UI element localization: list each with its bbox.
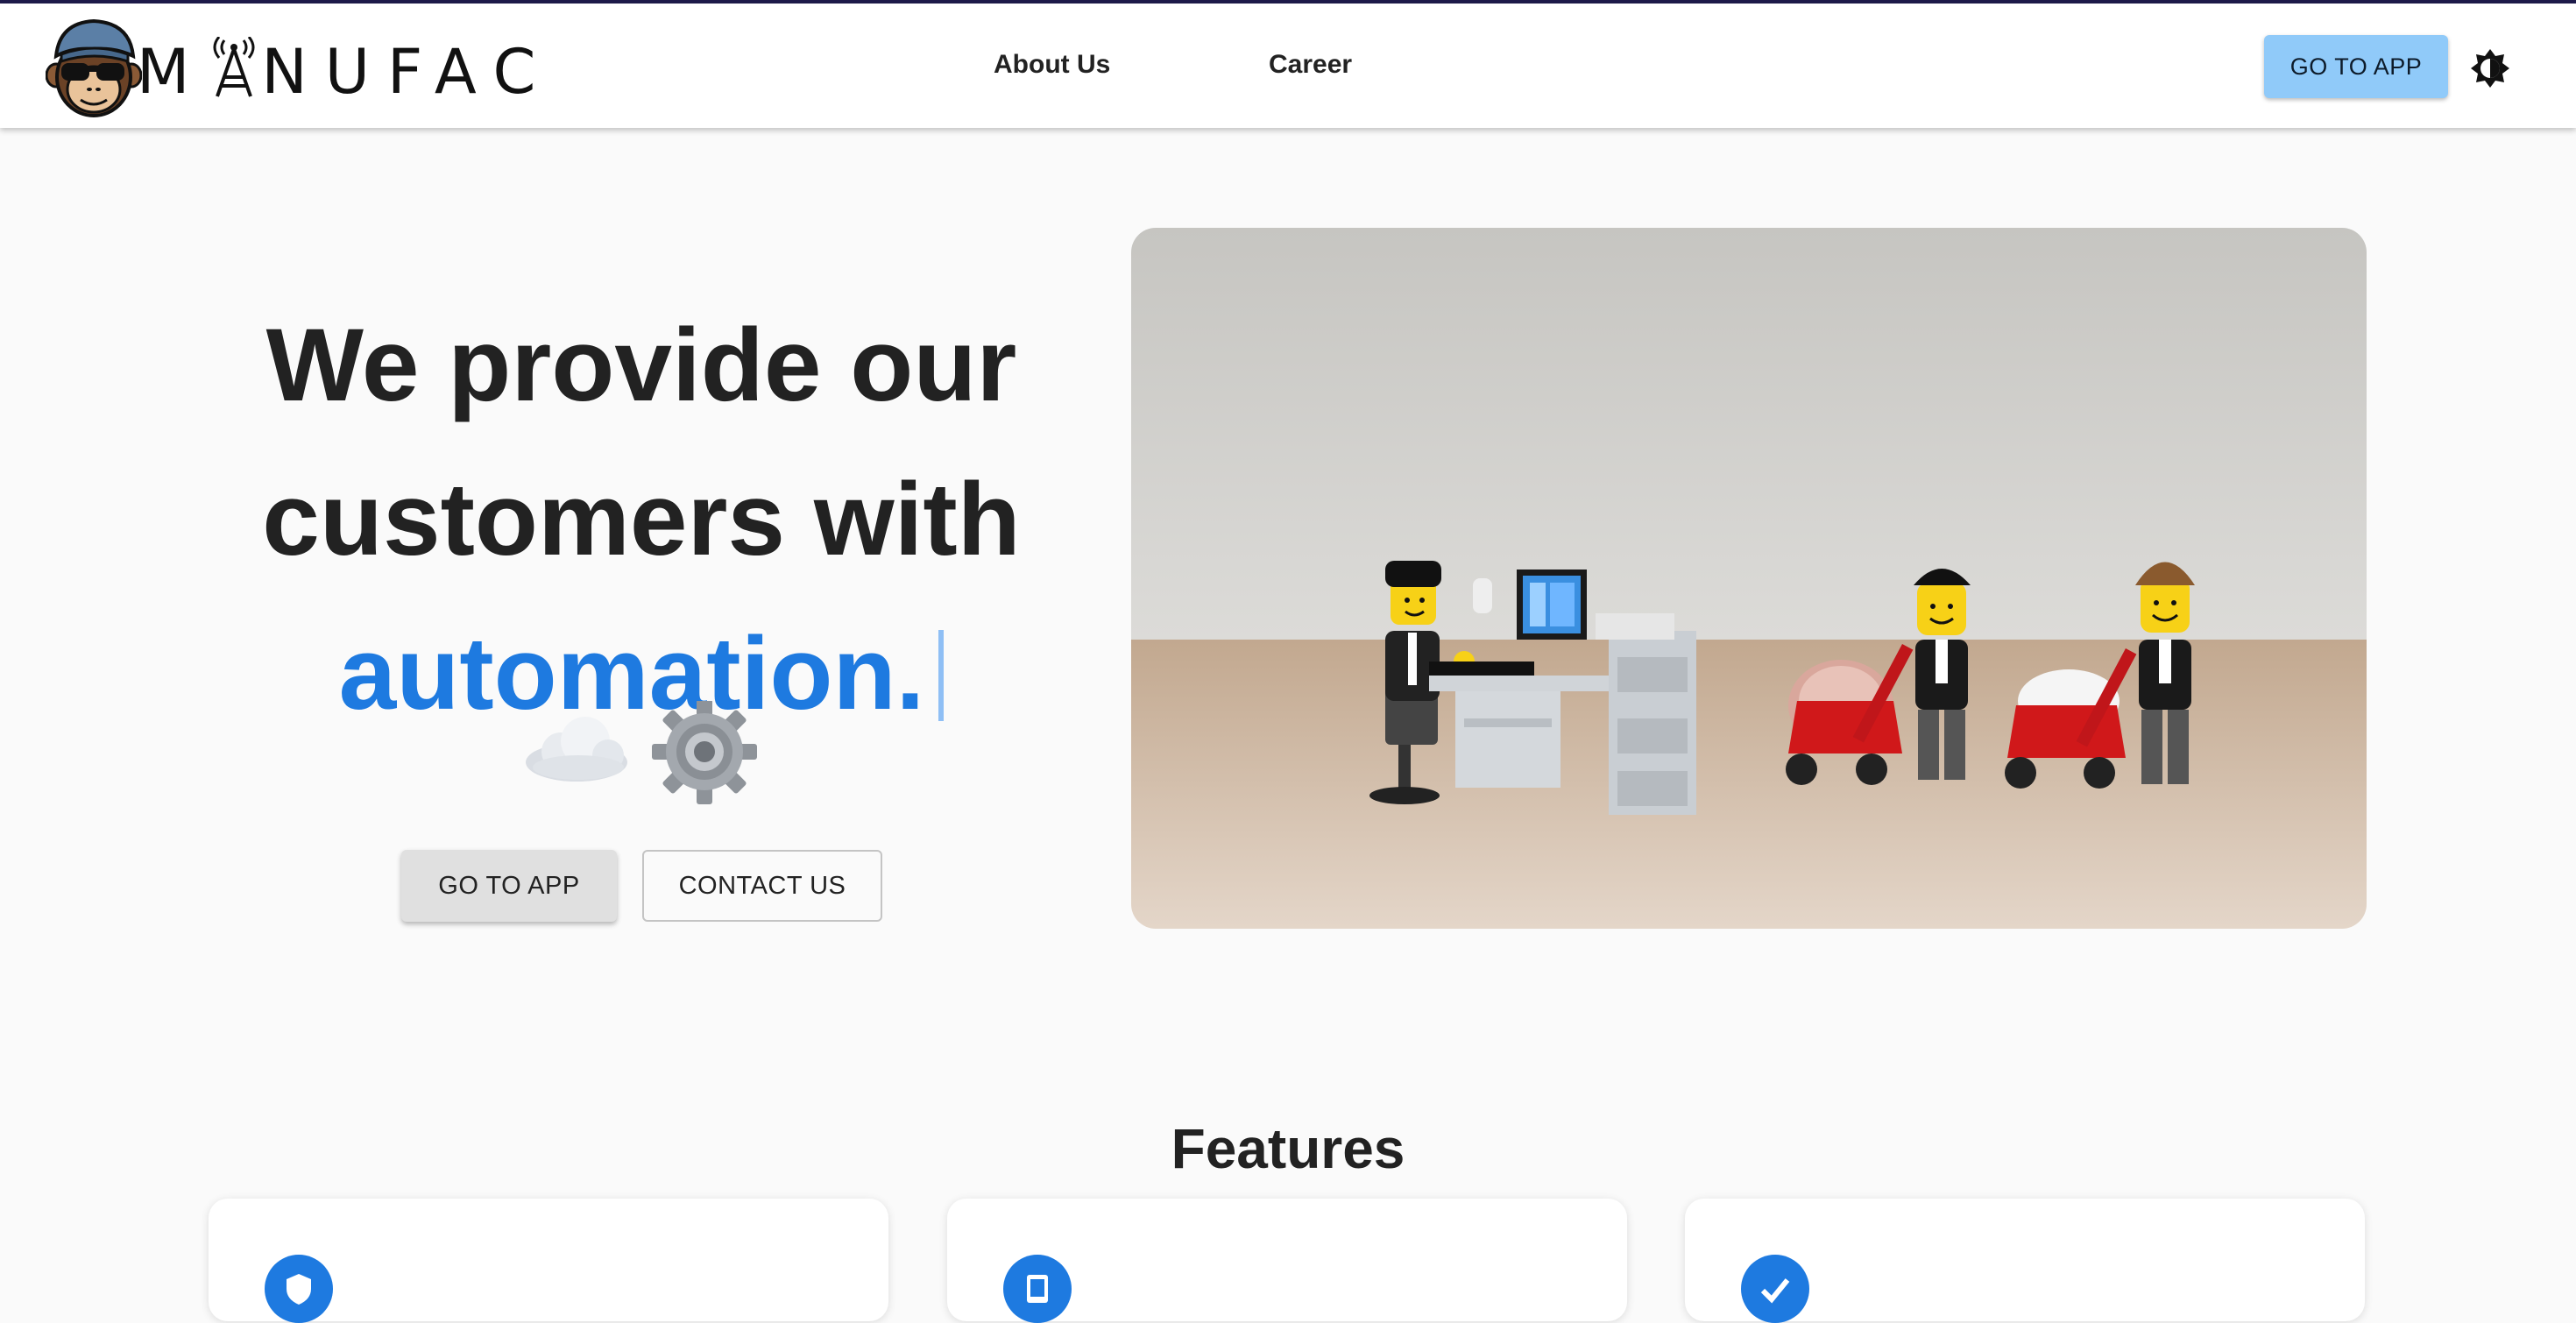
feature-card[interactable] — [1685, 1199, 2365, 1323]
feature-card-icon — [1741, 1255, 1809, 1323]
contact-us-button[interactable]: CONTACT US — [642, 850, 882, 922]
shield-icon — [287, 1274, 311, 1305]
feature-card-icon — [1003, 1255, 1072, 1323]
brand-logo[interactable]: M NUFAC — [46, 18, 535, 119]
hero-image — [1131, 228, 2367, 929]
hero-emojis — [526, 701, 757, 804]
monkey-mascot-icon — [46, 18, 142, 117]
hero-go-to-app-button[interactable]: GO TO APP — [401, 850, 617, 922]
check-icon — [1760, 1278, 1790, 1304]
features-heading: Features — [1171, 1117, 1405, 1181]
feature-card[interactable] — [947, 1199, 1627, 1323]
brightness-icon[interactable] — [2469, 47, 2511, 89]
app-header: M NUFAC About Us Career GO TO APP — [0, 4, 2576, 128]
radio-tower-icon — [213, 37, 255, 97]
hero-headline: We provide our customers with automation… — [203, 288, 1079, 751]
feature-card-icon — [265, 1255, 333, 1323]
tablet-icon — [1027, 1275, 1048, 1303]
feature-card[interactable] — [209, 1199, 888, 1323]
header-go-to-app-button[interactable]: GO TO APP — [2264, 35, 2448, 98]
hero-headline-line-1: We provide our — [265, 308, 1017, 424]
nav-about-us[interactable]: About Us — [994, 47, 1110, 82]
brand-wordmark: M NUFAC — [137, 36, 554, 108]
gear-icon — [652, 701, 757, 804]
hero-headline-line-2: customers with — [262, 462, 1021, 578]
nav-career[interactable]: Career — [1269, 47, 1352, 82]
cloud-icon — [526, 717, 627, 782]
typing-caret — [938, 630, 945, 722]
